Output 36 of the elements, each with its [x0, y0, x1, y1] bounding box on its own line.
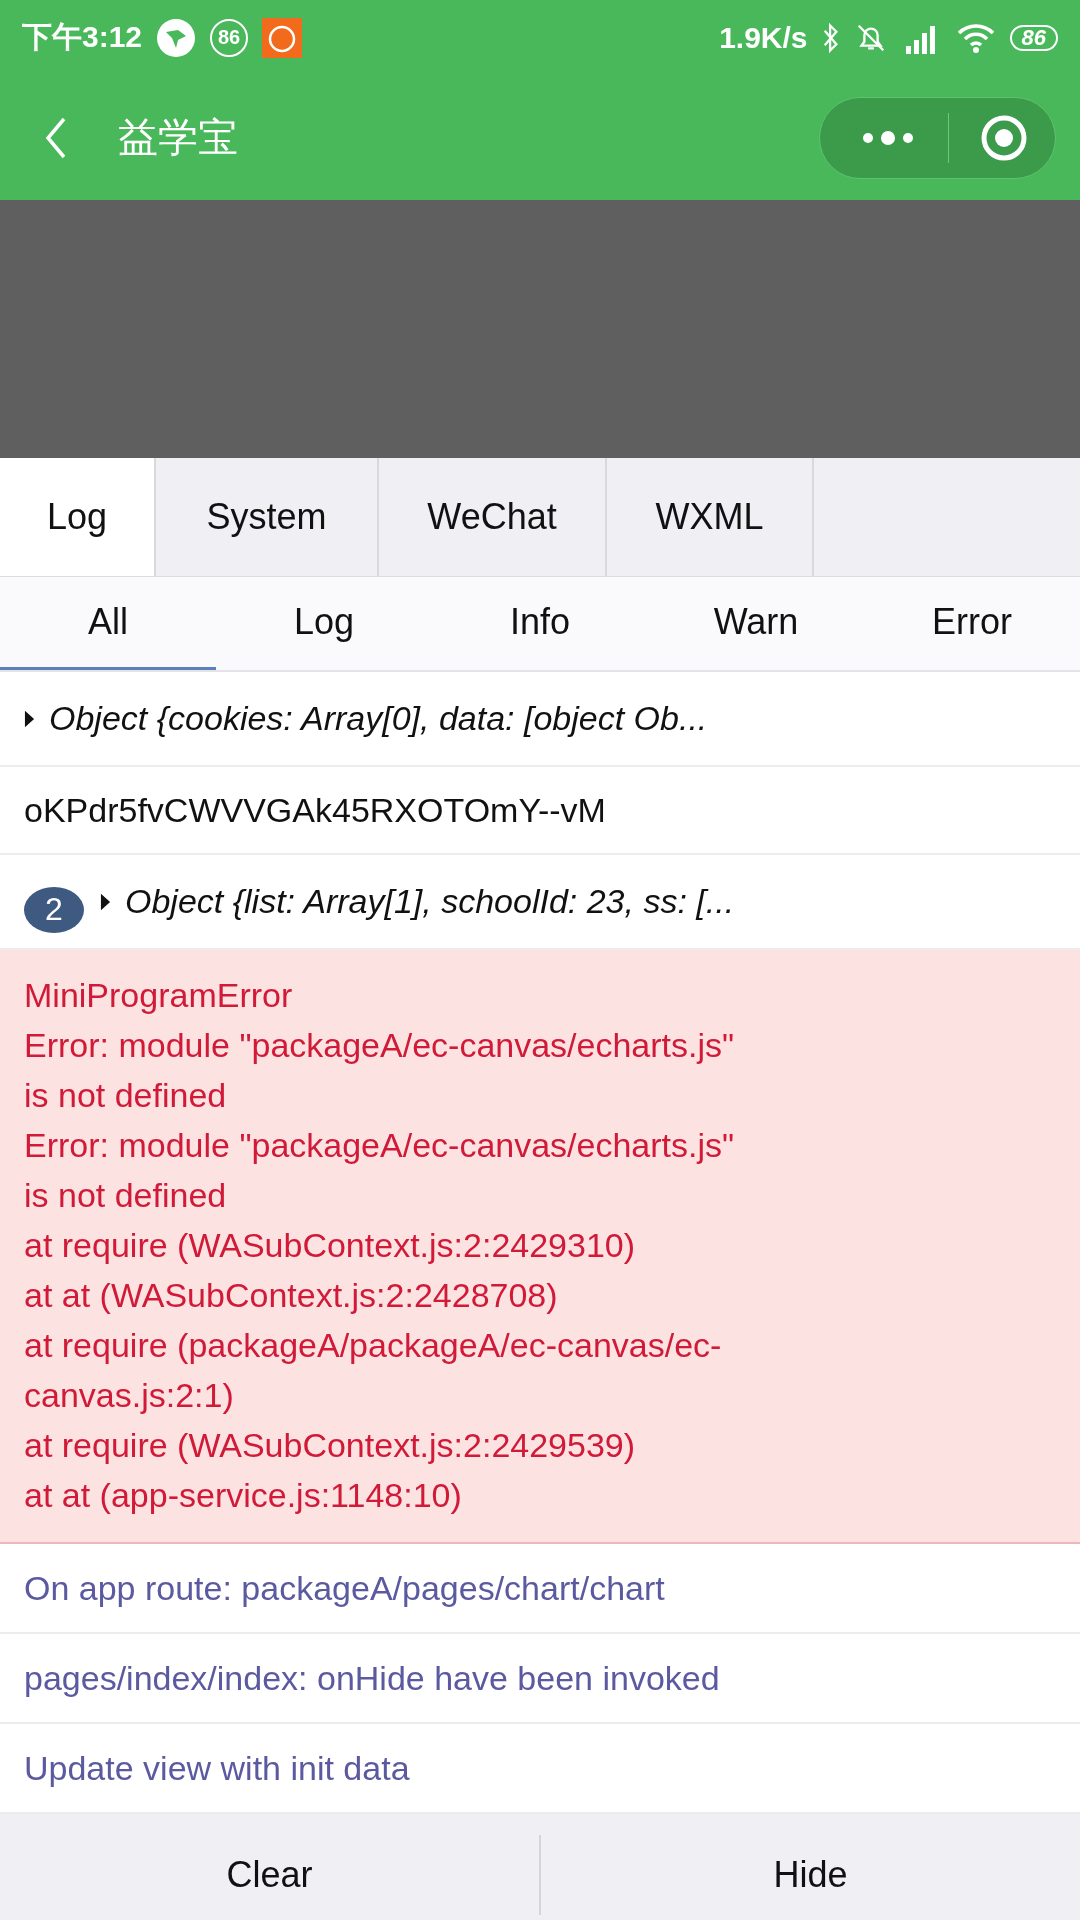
- error-line: at at (app-service.js:1148:10): [24, 1475, 462, 1516]
- error-line: is not defined: [24, 1175, 227, 1216]
- console-tab[interactable]: Log: [0, 458, 156, 576]
- back-icon[interactable]: [44, 115, 68, 160]
- filter-tab[interactable]: Log: [216, 577, 432, 670]
- info-message: Update view with init data: [24, 1748, 410, 1788]
- expand-icon[interactable]: [24, 708, 35, 729]
- filter-tab[interactable]: Info: [432, 577, 648, 670]
- battery-level: 86: [1009, 24, 1058, 51]
- expand-icon[interactable]: [100, 891, 111, 912]
- network-speed: 1.9K/s: [719, 20, 808, 55]
- error-line: at at (WASubContext.js:2:2428708): [24, 1275, 558, 1316]
- console-button[interactable]: Hide: [541, 1814, 1080, 1920]
- error-line: canvas.js:2:1): [24, 1375, 234, 1416]
- error-line: is not defined: [24, 1075, 227, 1116]
- console-button[interactable]: Clear: [0, 1814, 539, 1920]
- log-message: oKPdr5fvCWVVGAk45RXOTOmY--vM: [24, 790, 606, 830]
- error-line: Error: module "packageA/ec-canvas/echarts.js": [24, 1025, 735, 1066]
- app-notification-icon: [262, 17, 303, 58]
- error-line: at require (WASubContext.js:2:2429539): [24, 1425, 636, 1466]
- page-title: 益学宝: [118, 114, 238, 161]
- status-time: 下午3:12: [22, 19, 143, 55]
- log-object[interactable]: Object {cookies: Array[0], data: [object Ob...: [49, 699, 708, 738]
- filter-tab[interactable]: All: [0, 577, 216, 670]
- notification-badge: 86: [210, 18, 249, 57]
- info-message: On app route: packageA/pages/chart/chart: [24, 1568, 665, 1608]
- repeat-count-badge: 2: [24, 886, 84, 933]
- filter-tab[interactable]: Warn: [648, 577, 864, 670]
- error-line: MiniProgramError: [24, 975, 293, 1016]
- bluetooth-icon: [821, 21, 840, 54]
- error-line: at require (WASubContext.js:2:2429310): [24, 1225, 636, 1266]
- error-line: at require (packageA/packageA/ec-canvas/ec-: [24, 1325, 722, 1366]
- log-object[interactable]: Object {list: Array[1], schoolId: 23, ss: [...: [125, 882, 735, 921]
- filter-tab[interactable]: Error: [864, 577, 1080, 670]
- error-line: Error: module "packageA/ec-canvas/echarts.js": [24, 1125, 735, 1166]
- info-message: pages/index/index: onHide have been invoked: [24, 1658, 720, 1698]
